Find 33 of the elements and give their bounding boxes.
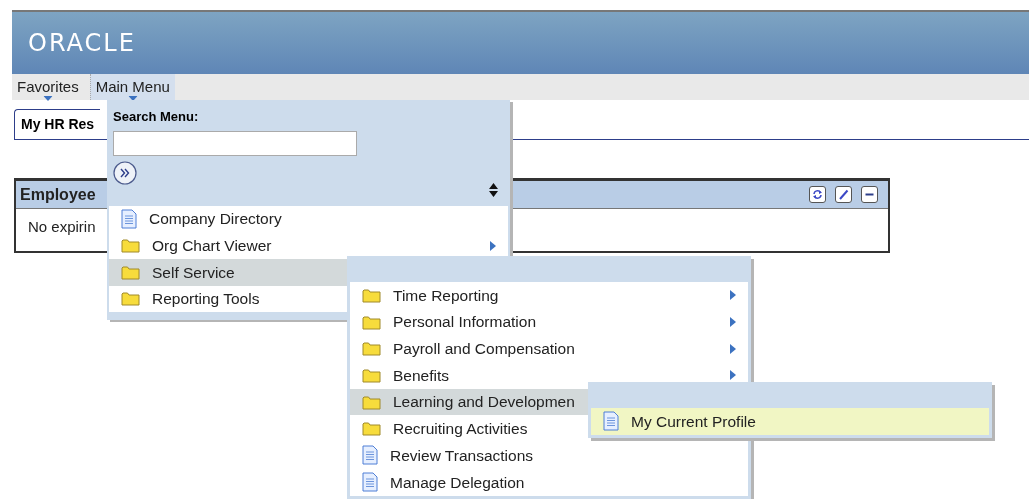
- document-icon: [362, 445, 378, 466]
- folder-icon: [362, 341, 381, 357]
- folder-icon: [362, 367, 381, 383]
- folder-icon: [362, 314, 381, 330]
- page-tab[interactable]: My HR Res: [14, 109, 101, 139]
- folder-icon: [362, 287, 381, 303]
- submenu-arrow-icon: [730, 317, 736, 328]
- submenu-arrow-icon: [730, 370, 736, 381]
- document-icon: [362, 472, 378, 493]
- search-field[interactable]: [113, 130, 357, 156]
- go-button[interactable]: [113, 160, 137, 185]
- submenu-arrow-icon: [490, 240, 496, 251]
- document-icon: [121, 208, 137, 229]
- menu-bar-item[interactable]: Favorites: [12, 74, 84, 100]
- folder-icon: [121, 238, 140, 254]
- folder-icon: [121, 264, 140, 280]
- edit-icon[interactable]: [835, 186, 852, 203]
- submenu-arrow-icon: [730, 343, 736, 354]
- sort-icon[interactable]: [489, 182, 498, 197]
- dropdown-arrow-icon: [43, 96, 53, 101]
- folder-icon: [362, 394, 381, 410]
- minimize-icon[interactable]: [861, 186, 878, 203]
- search-label: Search Menu:: [113, 108, 200, 126]
- menu-bar-item[interactable]: Main Menu: [89, 74, 175, 100]
- folder-icon: [362, 421, 381, 437]
- oracle-logo: ORACLE: [28, 28, 136, 59]
- submenu-arrow-icon: [730, 290, 736, 301]
- pagelet-message: No expirin: [28, 218, 96, 235]
- menu-item[interactable]: My Current Profile: [591, 408, 989, 435]
- refresh-icon[interactable]: [809, 186, 826, 203]
- document-icon: [603, 411, 619, 432]
- folder-icon: [121, 291, 140, 307]
- pagelet-title: Employee: [20, 184, 96, 205]
